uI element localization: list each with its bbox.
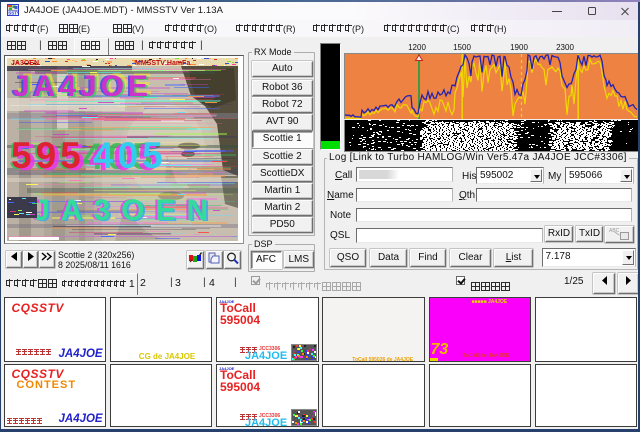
svg-text:405: 405 (93, 135, 167, 176)
svg-text:JA3OEN: JA3OEN (11, 60, 39, 67)
svg-text:MMSSTV HamFa: MMSSTV HamFa (135, 60, 190, 67)
svg-text:JA3OEN: JA3OEN (33, 194, 219, 227)
svg-text:JA4JOE: JA4JOE (13, 70, 152, 103)
svg-text:SSTV: SSTV (8, 11, 19, 16)
svg-text:595: 595 (11, 135, 85, 176)
